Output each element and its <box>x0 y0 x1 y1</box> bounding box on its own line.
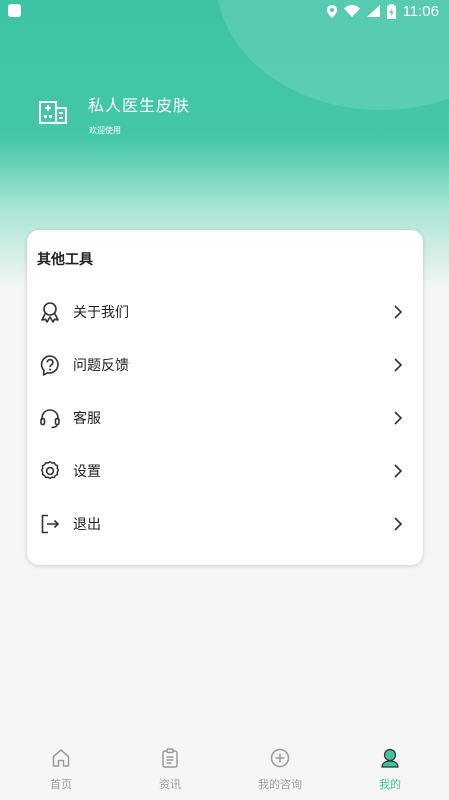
app-notification-icon <box>8 4 21 17</box>
tab-my-consultation[interactable]: 我的咨询 <box>224 736 336 800</box>
tab-label-home: 首页 <box>50 778 72 791</box>
bottom-tab-bar: 首页 资讯 我的咨询 我的 <box>0 736 449 800</box>
clipboard-icon <box>160 748 180 768</box>
chevron-right-icon <box>394 357 403 372</box>
plus-circle-icon <box>270 748 290 768</box>
chevron-right-icon <box>394 304 403 319</box>
app-title: 私人医生皮肤 <box>88 96 191 115</box>
award-icon <box>39 301 61 323</box>
tools-card: 其他工具 关于我们 问题反馈 客服 设置 退出 <box>27 230 423 565</box>
headset-icon <box>39 407 61 429</box>
menu-label-about: 关于我们 <box>73 304 129 321</box>
clock: 11:06 <box>402 2 439 20</box>
tab-mine[interactable]: 我的 <box>334 736 446 800</box>
menu-item-logout[interactable]: 退出 <box>27 497 423 550</box>
tools-title: 其他工具 <box>37 252 93 268</box>
logout-icon <box>39 513 61 535</box>
menu-item-support[interactable]: 客服 <box>27 391 423 444</box>
chevron-right-icon <box>394 410 403 425</box>
tab-label-news: 资讯 <box>159 778 181 791</box>
menu-item-about[interactable]: 关于我们 <box>27 285 423 338</box>
gear-icon <box>39 460 61 482</box>
menu-label-support: 客服 <box>73 410 101 427</box>
tab-home[interactable]: 首页 <box>5 736 117 800</box>
tab-label-my-consultation: 我的咨询 <box>258 778 302 791</box>
hospital-icon <box>39 101 67 124</box>
menu-label-logout: 退出 <box>73 516 101 533</box>
welcome-text: 欢迎使用 <box>89 126 121 135</box>
location-icon <box>326 4 337 18</box>
menu-item-settings[interactable]: 设置 <box>27 444 423 497</box>
chevron-right-icon <box>394 516 403 531</box>
wifi-icon <box>343 5 360 17</box>
home-icon <box>51 748 71 768</box>
user-icon <box>380 748 400 768</box>
help-icon <box>39 354 61 376</box>
tab-label-mine: 我的 <box>379 778 401 791</box>
signal-icon <box>366 5 380 17</box>
menu-label-feedback: 问题反馈 <box>73 357 129 374</box>
tab-news[interactable]: 资讯 <box>114 736 226 800</box>
chevron-right-icon <box>394 463 403 478</box>
status-bar: 11:06 <box>0 0 449 22</box>
battery-icon <box>386 3 396 19</box>
menu-item-feedback[interactable]: 问题反馈 <box>27 338 423 391</box>
menu-label-settings: 设置 <box>73 463 101 480</box>
